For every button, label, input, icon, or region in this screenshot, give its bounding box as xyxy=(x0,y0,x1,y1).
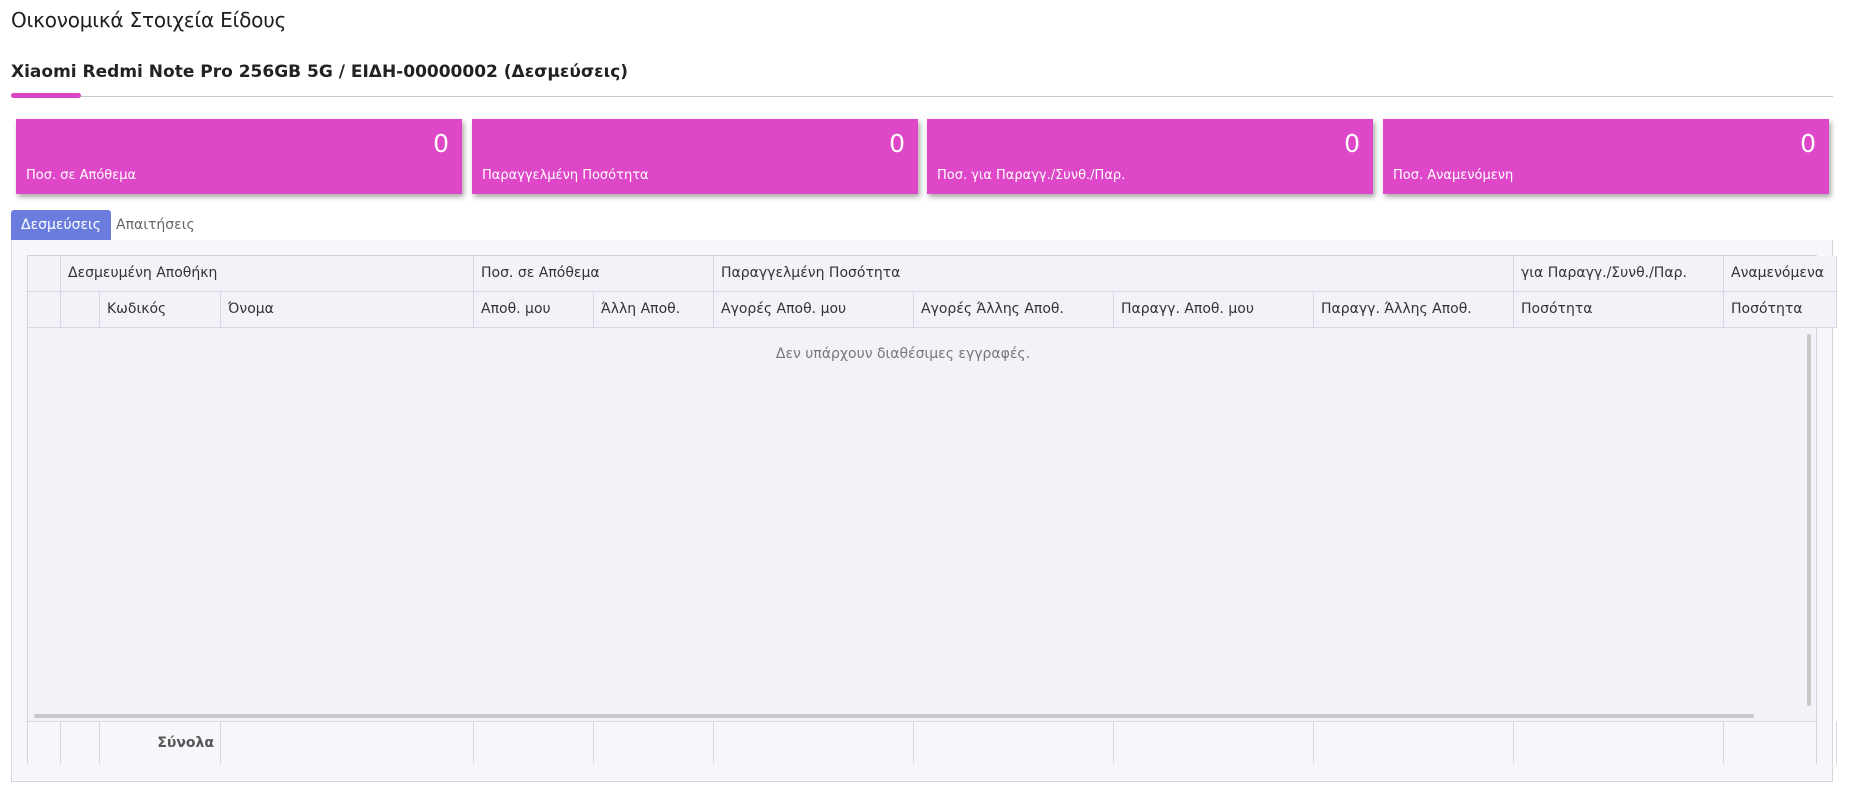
group-header-stock[interactable]: Ποσ. σε Απόθεμα xyxy=(474,256,714,292)
totals-cell xyxy=(1514,722,1724,764)
vertical-scrollbar[interactable] xyxy=(1807,334,1811,706)
totals-cell xyxy=(61,722,100,764)
totals-cell xyxy=(1114,722,1314,764)
totals-label: Σύνολα xyxy=(100,722,221,764)
card-value: 0 xyxy=(1800,129,1816,158)
col-header-my-wh[interactable]: Αποθ. μου xyxy=(474,292,594,328)
totals-cell xyxy=(221,722,474,764)
card-label: Ποσ. σε Απόθεμα xyxy=(26,168,137,183)
col-header-expected-qty[interactable]: Ποσότητα xyxy=(1724,292,1837,328)
totals-cell xyxy=(714,722,914,764)
tab-requirements[interactable]: Απαιτήσεις xyxy=(106,210,205,240)
card-expected-qty: 0 Ποσ. Αναμενόμενη xyxy=(1383,119,1829,194)
col-header-code[interactable]: Κωδικός xyxy=(100,292,221,328)
card-value: 0 xyxy=(889,129,905,158)
reservations-grid: Δεσμευμένη Αποθήκη Ποσ. σε Απόθεμα Παραγ… xyxy=(27,255,1837,764)
group-header-ordered[interactable]: Παραγγελμένη Ποσότητα xyxy=(714,256,1514,292)
totals-row: Σύνολα xyxy=(28,721,1837,764)
card-stock-qty: 0 Ποσ. σε Απόθεμα xyxy=(16,119,462,194)
totals-cell xyxy=(28,722,61,764)
totals-cell xyxy=(594,722,714,764)
card-label: Ποσ. Αναμενόμενη xyxy=(1393,168,1514,183)
horizontal-scrollbar[interactable] xyxy=(34,714,1754,718)
group-header-production[interactable]: για Παραγγ./Συνθ./Παρ. xyxy=(1514,256,1724,292)
item-title: Xiaomi Redmi Note Pro 256GB 5G / ΕΙΔΗ-00… xyxy=(11,62,629,82)
tab-reservations[interactable]: Δεσμεύσεις xyxy=(11,210,111,240)
header-select-spacer xyxy=(28,256,61,292)
tab-panel: Δεσμευμένη Αποθήκη Ποσ. σε Απόθεμα Παραγ… xyxy=(11,240,1837,782)
empty-message: Δεν υπάρχουν διαθέσιμες εγγραφές. xyxy=(775,346,1031,362)
card-label: Ποσ. για Παραγγ./Συνθ./Παρ. xyxy=(937,168,1126,183)
col-header-other-wh[interactable]: Άλλη Αποθ. xyxy=(594,292,714,328)
card-value: 0 xyxy=(433,129,449,158)
col-header-purchases-my-wh[interactable]: Αγορές Αποθ. μου xyxy=(714,292,914,328)
totals-cell xyxy=(914,722,1114,764)
col-expander xyxy=(61,292,100,328)
col-select-spacer xyxy=(28,292,61,328)
card-production-qty: 0 Ποσ. για Παραγγ./Συνθ./Παρ. xyxy=(927,119,1373,194)
col-header-production-qty[interactable]: Ποσότητα xyxy=(1514,292,1724,328)
tab-bar: Δεσμεύσεις Απαιτήσεις xyxy=(11,210,1833,241)
col-header-orders-my-wh[interactable]: Παραγγ. Αποθ. μου xyxy=(1114,292,1314,328)
summary-cards: 0 Ποσ. σε Απόθεμα 0 Παραγγελμένη Ποσότητ… xyxy=(16,119,1833,194)
card-label: Παραγγελμένη Ποσότητα xyxy=(482,168,649,183)
totals-cell xyxy=(474,722,594,764)
card-ordered-qty: 0 Παραγγελμένη Ποσότητα xyxy=(472,119,918,194)
totals-cell xyxy=(1724,722,1837,764)
item-title-underline xyxy=(11,93,81,98)
col-header-name[interactable]: Όνομα xyxy=(221,292,474,328)
group-header-expected[interactable]: Αναμενόμενα xyxy=(1724,256,1837,292)
group-header-warehouse[interactable]: Δεσμευμένη Αποθήκη xyxy=(61,256,474,292)
col-header-purchases-other-wh[interactable]: Αγορές Άλλης Αποθ. xyxy=(914,292,1114,328)
col-header-orders-other-wh[interactable]: Παραγγ. Άλλης Αποθ. xyxy=(1314,292,1514,328)
item-header: Xiaomi Redmi Note Pro 256GB 5G / ΕΙΔΗ-00… xyxy=(11,60,1833,98)
totals-cell xyxy=(1314,722,1514,764)
page-title: Οικονομικά Στοιχεία Είδους xyxy=(11,8,287,32)
card-value: 0 xyxy=(1344,129,1360,158)
